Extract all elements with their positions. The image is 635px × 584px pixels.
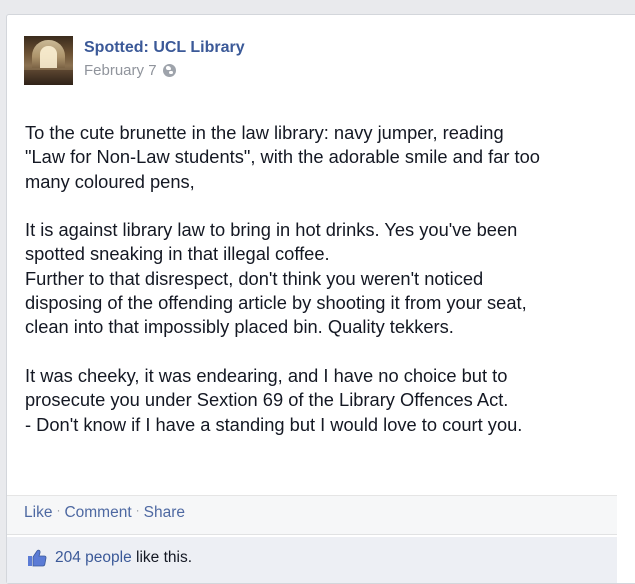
post-card: Spotted: UCL Library February 7 To the c… (6, 14, 635, 584)
post-line: Further to that disrespect, don't think … (25, 267, 484, 289)
post-line: "Law for Non-Law students", with the ado… (25, 146, 540, 168)
post-line: many coloured pens, (25, 170, 195, 192)
post-line: To the cute brunette in the law library:… (25, 122, 504, 143)
post-paragraph: It is against library law to bring in ho… (25, 218, 615, 339)
post-line: clean into that impossibly placed bin. Q… (25, 316, 454, 338)
post-meta: February 7 (84, 62, 176, 79)
post-line: prosecute you under Sextion 69 of the Li… (25, 389, 509, 411)
share-link[interactable]: Share (144, 504, 185, 521)
action-separator: · (56, 503, 61, 517)
post-header: Spotted: UCL Library February 7 (24, 36, 424, 86)
avatar-window (40, 46, 57, 68)
page-avatar[interactable] (24, 36, 73, 85)
post-line: spotted sneaking in that illegal coffee. (25, 243, 330, 265)
action-separator: · (135, 503, 140, 517)
thumbs-up-icon (28, 549, 47, 567)
comment-link[interactable]: Comment (64, 504, 131, 521)
post-action-bar: Like · Comment · Share (7, 495, 617, 535)
page-name-link[interactable]: Spotted: UCL Library (84, 39, 245, 57)
likes-row: 204 people like this. (27, 549, 192, 567)
post-date[interactable]: February 7 (84, 62, 157, 79)
post-actions: Like · Comment · Share (24, 503, 185, 522)
likes-summary: 204 people like this. (7, 537, 617, 583)
post-paragraph: To the cute brunette in the law library:… (25, 121, 615, 194)
globe-icon[interactable] (162, 64, 176, 77)
likes-suffix: like this. (136, 549, 193, 566)
post-line: It is against library law to bring in ho… (25, 219, 518, 241)
post-paragraph: It was cheeky, it was endearing, and I h… (25, 364, 615, 437)
likers-link[interactable]: 204 people (55, 549, 132, 566)
post-line: It was cheeky, it was endearing, and I h… (25, 364, 508, 386)
avatar-floor (24, 70, 73, 85)
post-body: To the cute brunette in the law library:… (25, 121, 615, 437)
post-line: disposing of the offending article by sh… (25, 292, 527, 314)
like-link[interactable]: Like (24, 504, 52, 521)
post-line: - Don't know if I have a standing but I … (25, 413, 523, 435)
